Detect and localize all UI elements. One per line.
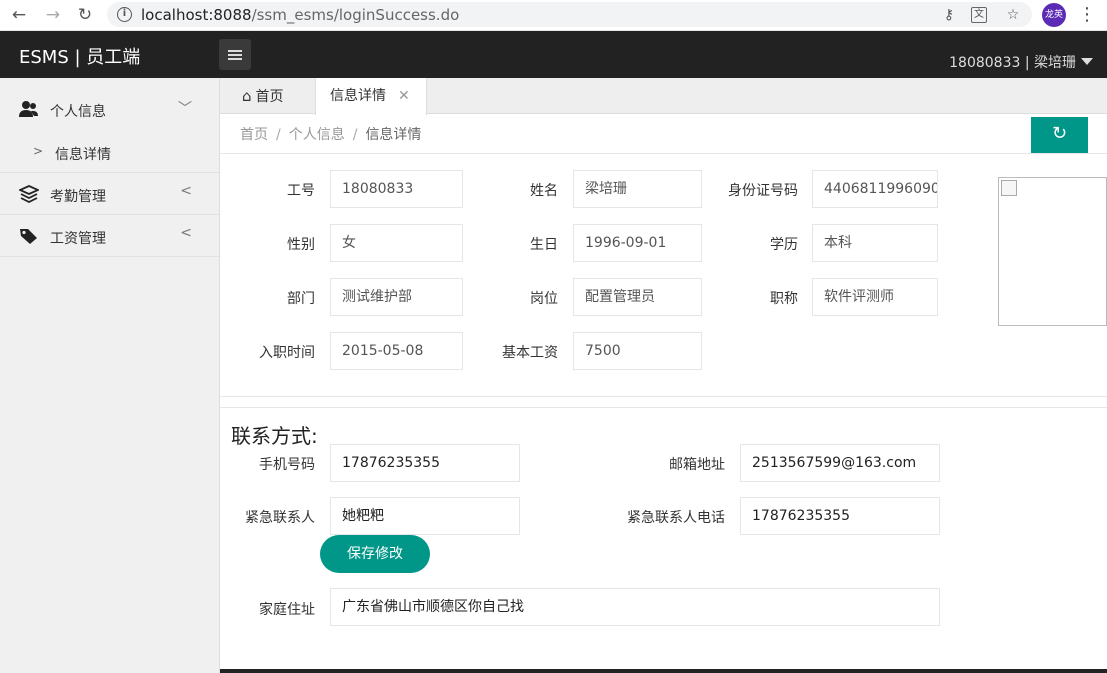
url-host: localhost:8088	[141, 6, 252, 24]
tab-bar: ⌂ 首页 信息详情 ✕	[220, 78, 1107, 115]
sidebar-item-label: 个人信息	[50, 104, 106, 120]
chevron-right-icon: >	[33, 144, 44, 158]
name-field[interactable]: 梁培珊	[573, 170, 702, 208]
refresh-icon: ↻	[1051, 123, 1068, 144]
translate-icon[interactable]: 文	[971, 7, 987, 23]
hire-date-field[interactable]: 2015-05-08	[330, 332, 463, 370]
label-base-salary: 基本工资	[502, 345, 558, 361]
breadcrumb-level1[interactable]: 个人信息	[289, 127, 345, 143]
back-arrow-icon[interactable]: ←	[8, 4, 30, 26]
email-field[interactable]: 2513567599@163.com	[740, 444, 940, 482]
breadcrumb: 首页 / 个人信息 / 信息详情	[240, 124, 421, 144]
caret-down-icon	[1081, 58, 1093, 65]
tab-home[interactable]: ⌂ 首页	[242, 78, 284, 114]
save-button[interactable]: 保存修改	[320, 535, 430, 573]
sidebar-subitem-label: 信息详情	[55, 147, 111, 163]
reload-icon[interactable]: ↻	[74, 4, 96, 26]
divider	[220, 407, 1107, 408]
label-address: 家庭住址	[259, 602, 315, 618]
home-icon: ⌂	[242, 87, 252, 105]
label-id-card: 身份证号码	[728, 183, 798, 199]
browser-toolbar: ← → ↻ i localhost:8088/ssm_esms/loginSuc…	[0, 0, 1107, 31]
forward-arrow-icon[interactable]: →	[42, 4, 64, 26]
user-group-icon	[19, 101, 38, 117]
tab-label: 首页	[255, 89, 284, 105]
label-name: 姓名	[530, 183, 558, 199]
breadcrumb-separator: /	[276, 127, 281, 143]
sidebar-item-attendance[interactable]: 考勤管理 <	[0, 173, 219, 215]
hamburger-line	[228, 58, 242, 60]
footer-bar	[220, 669, 1107, 673]
emergency-contact-field[interactable]: 她粑粑	[330, 497, 520, 535]
employee-photo	[998, 177, 1107, 326]
label-employee-id: 工号	[287, 183, 315, 199]
label-phone: 手机号码	[259, 457, 315, 473]
url-path: /ssm_esms/loginSuccess.do	[251, 6, 460, 24]
label-emergency-phone: 紧急联系人电话	[627, 510, 725, 526]
hamburger-line	[228, 54, 242, 56]
label-gender: 性别	[287, 237, 315, 253]
position-field[interactable]: 配置管理员	[573, 278, 702, 316]
sidebar-item-label: 工资管理	[50, 231, 106, 247]
label-title: 职称	[770, 291, 798, 307]
chevron-left-icon: <	[180, 225, 192, 241]
close-icon[interactable]: ✕	[398, 78, 410, 114]
tab-info-detail[interactable]: 信息详情 ✕	[315, 78, 427, 115]
label-email: 邮箱地址	[669, 457, 725, 473]
emergency-phone-field[interactable]: 17876235355	[740, 497, 940, 535]
chevron-down-icon: ﹀	[178, 101, 192, 117]
breadcrumb-separator: /	[352, 127, 358, 143]
department-field[interactable]: 测试维护部	[330, 278, 463, 316]
label-hire-date: 入职时间	[259, 345, 315, 361]
star-icon[interactable]: ☆	[1004, 6, 1022, 24]
title-field[interactable]: 软件评测师	[812, 278, 938, 316]
label-emergency-contact: 紧急联系人	[245, 510, 315, 526]
user-menu[interactable]: 18080833 | 梁培珊	[949, 52, 1093, 72]
id-card-field[interactable]: 440681199609065	[812, 170, 938, 208]
birthday-field[interactable]: 1996-09-01	[573, 224, 702, 262]
tab-label: 信息详情	[330, 88, 386, 104]
sidebar-item-salary[interactable]: 工资管理 <	[0, 215, 219, 257]
education-field[interactable]: 本科	[812, 224, 938, 262]
sidebar: 个人信息 ﹀ > 信息详情 考勤管理 < 工资管理 <	[0, 78, 220, 673]
label-department: 部门	[287, 291, 315, 307]
label-education: 学历	[770, 237, 798, 253]
profile-avatar[interactable]: 龙英	[1042, 3, 1066, 27]
menu-toggle-button[interactable]	[219, 39, 251, 70]
url-text[interactable]: localhost:8088/ssm_esms/loginSuccess.do	[141, 6, 459, 24]
hamburger-line	[228, 50, 242, 52]
employee-id-field[interactable]: 18080833	[330, 170, 463, 208]
broken-image-icon	[1001, 180, 1017, 196]
key-icon[interactable]: ⚷	[940, 6, 958, 24]
layers-icon	[19, 185, 39, 203]
base-salary-field[interactable]: 7500	[573, 332, 702, 370]
sidebar-subitem-info-detail[interactable]: > 信息详情	[0, 131, 219, 173]
contact-section-title: 联系方式:	[231, 424, 318, 448]
app-logo: ESMS | 员工端	[19, 47, 141, 68]
sidebar-item-label: 考勤管理	[50, 189, 106, 205]
tag-icon	[20, 229, 37, 244]
phone-field[interactable]: 17876235355	[330, 444, 520, 482]
sidebar-item-personal-info[interactable]: 个人信息 ﹀	[0, 88, 219, 130]
app-header: ESMS | 员工端 18080833 | 梁培珊	[0, 31, 1107, 78]
label-position: 岗位	[530, 291, 558, 307]
user-name: 18080833 | 梁培珊	[949, 55, 1076, 71]
divider	[220, 153, 1107, 154]
address-bar[interactable]: i localhost:8088/ssm_esms/loginSuccess.d…	[107, 2, 1032, 27]
gender-field[interactable]: 女	[330, 224, 463, 262]
info-icon[interactable]: i	[117, 7, 132, 22]
address-field[interactable]: 广东省佛山市顺德区你自己找	[330, 588, 940, 626]
chevron-left-icon: <	[180, 183, 192, 199]
refresh-button[interactable]: ↻	[1031, 117, 1088, 153]
breadcrumb-home[interactable]: 首页	[240, 127, 268, 143]
more-menu-icon[interactable]: ⋮	[1078, 4, 1096, 26]
label-birthday: 生日	[530, 237, 558, 253]
divider	[220, 396, 1107, 397]
breadcrumb-current: 信息详情	[365, 127, 422, 143]
